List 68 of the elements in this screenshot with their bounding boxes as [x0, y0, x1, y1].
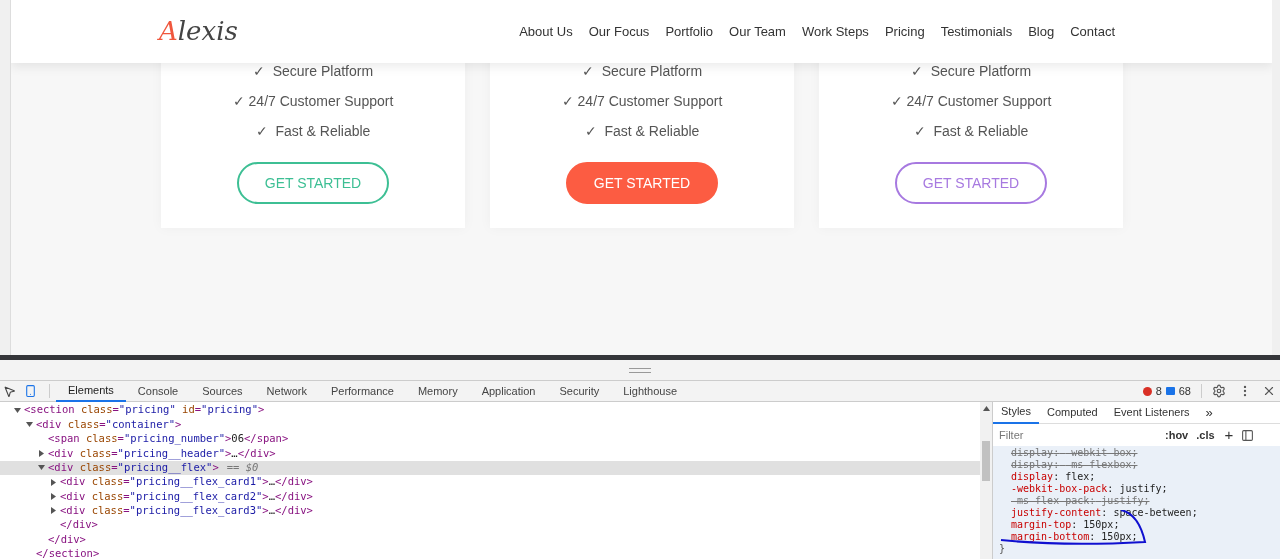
nav-link[interactable]: Contact: [1070, 21, 1115, 42]
caret-down-icon[interactable]: [38, 464, 45, 472]
devtools-tab[interactable]: Memory: [405, 380, 470, 402]
dom-node-row[interactable]: </section>: [0, 546, 980, 559]
dom-node-row[interactable]: <div class="pricing__flex_card3">…</div>: [0, 503, 980, 519]
feature-text: ✓ 24/7 Customer Support: [561, 92, 723, 111]
css-declaration[interactable]: margin-bottom: 150px;: [1011, 531, 1138, 543]
cls-button[interactable]: .cls: [1196, 426, 1215, 444]
devtools-tab[interactable]: Elements: [56, 380, 126, 402]
dom-node-row[interactable]: <section class="pricing" id="pricing">: [0, 403, 980, 418]
closing-brace: }: [999, 543, 1006, 555]
css-declaration[interactable]: margin-top: 150px;: [1011, 519, 1120, 531]
devtools-tab[interactable]: Performance: [318, 380, 406, 402]
close-icon[interactable]: [1262, 384, 1276, 398]
dom-node-row[interactable]: <div class="pricing__flex_card2">…</div>: [0, 489, 980, 504]
dom-node-row[interactable]: <span class="pricing_number">06</span>: [0, 431, 980, 447]
devtools-tab[interactable]: Sources: [190, 380, 255, 402]
css-declaration[interactable]: -webkit-box-pack: justify;: [1011, 483, 1168, 495]
devtools-tab[interactable]: Application: [469, 380, 548, 402]
resize-handle-icon[interactable]: [629, 367, 651, 373]
styles-tab[interactable]: Styles: [993, 401, 1039, 424]
feature-text: ✓ Secure Platform: [252, 62, 374, 81]
devtools-tab[interactable]: Console: [125, 380, 191, 402]
styles-tab[interactable]: Event Listeners: [1105, 401, 1198, 424]
nav-link[interactable]: Work Steps: [801, 21, 869, 42]
dom-node-row[interactable]: <div class="pricing__flex_card1">…</div>: [0, 474, 980, 490]
devtools-tab[interactable]: Network: [254, 380, 319, 402]
feature-text: ✓ Fast & Reliable: [913, 122, 1029, 141]
nav-link[interactable]: Our Team: [729, 21, 786, 42]
nav-link[interactable]: About Us: [519, 21, 573, 42]
add-rule-button[interactable]: +: [1224, 423, 1234, 447]
feature-text: ✓ 24/7 Customer Support: [890, 92, 1052, 111]
css-declaration[interactable]: display: -webkit-box;: [1011, 447, 1138, 459]
message-count-icon: [1165, 387, 1175, 395]
styles-tab[interactable]: Computed: [1038, 401, 1106, 424]
devtools-tab[interactable]: Security: [547, 380, 612, 402]
feature-text: ✓ Secure Platform: [910, 62, 1032, 81]
feature-text: ✓ Secure Platform: [581, 62, 703, 81]
nav-link[interactable]: Our Focus: [588, 21, 650, 42]
css-declaration[interactable]: display: -ms-flexbox;: [1011, 459, 1138, 471]
scroll-up-icon[interactable]: [982, 406, 990, 411]
nav-link[interactable]: Testimonials: [940, 21, 1013, 42]
devtools-tab[interactable]: Lighthouse: [611, 380, 690, 402]
hov-button[interactable]: :hov: [1165, 426, 1189, 444]
error-count[interactable]: 8: [1155, 382, 1162, 400]
dom-node-row[interactable]: </div>: [0, 518, 980, 533]
feature-text: ✓ 24/7 Customer Support: [232, 92, 394, 111]
inspect-icon[interactable]: [3, 384, 16, 398]
dom-node-row[interactable]: <div class="container">: [0, 417, 980, 432]
css-declaration[interactable]: display: flex;: [1011, 471, 1096, 483]
dom-node-row[interactable]: <div class="pricing__flex"> == $0: [0, 460, 980, 475]
feature-text: ✓ Fast & Reliable: [255, 122, 371, 141]
nav-link[interactable]: Portfolio: [665, 21, 714, 42]
more-tabs-button[interactable]: »: [1205, 402, 1213, 423]
scrollbar-thumb[interactable]: [982, 441, 990, 481]
feature-text: ✓ Fast & Reliable: [584, 122, 700, 141]
settings-icon[interactable]: [1212, 384, 1226, 398]
dom-node-row[interactable]: </div>: [0, 532, 980, 547]
device-toolbar-icon[interactable]: [24, 384, 37, 398]
error-count-icon: [1142, 386, 1152, 396]
sidebar-toggle-icon[interactable]: [1241, 428, 1255, 442]
nav-link[interactable]: Blog: [1028, 21, 1055, 42]
nav-link[interactable]: Pricing: [884, 21, 925, 42]
caret-right-icon[interactable]: [38, 449, 45, 457]
dom-node-row[interactable]: <div class="pricing__header">…</div>: [0, 446, 980, 461]
css-declaration[interactable]: -ms-flex-pack: justify;: [1011, 495, 1150, 507]
message-count[interactable]: 68: [1178, 382, 1191, 400]
logo[interactable]: Alexis: [159, 12, 238, 51]
